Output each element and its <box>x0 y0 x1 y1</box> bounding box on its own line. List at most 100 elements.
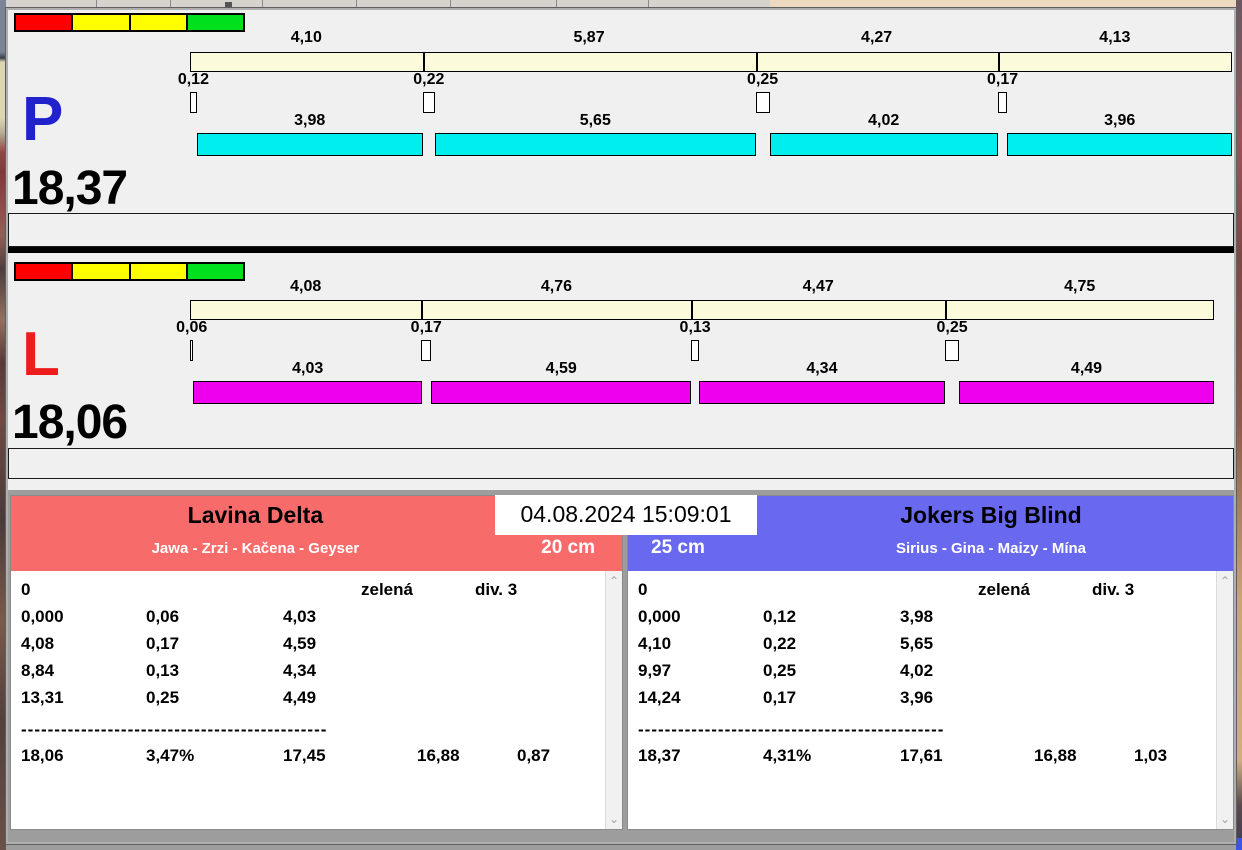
table-cell: 0,25 <box>763 660 796 682</box>
table-cell: 0,25 <box>146 687 179 709</box>
yellow-light <box>129 15 186 30</box>
changeover-time-label: 0,13 <box>680 320 711 336</box>
split-divider <box>998 53 1000 71</box>
dog-time-label: 3,96 <box>1104 113 1135 129</box>
lane-total-time: 18,37 <box>12 166 127 212</box>
split-divider <box>945 301 947 319</box>
table-cell: 0,87 <box>517 745 550 767</box>
table-row: 4,08 0,17 4,59 <box>11 633 622 660</box>
changeover-box <box>423 92 435 113</box>
table-cell: 17,45 <box>283 745 326 767</box>
dog-time-bar <box>193 381 422 404</box>
table-cell: 16,88 <box>417 745 460 767</box>
dog-time-bar <box>1007 133 1232 156</box>
scroll-up-icon[interactable]: ⌃ <box>606 575 622 587</box>
scroll-up-icon[interactable]: ⌃ <box>1217 575 1233 587</box>
yellow-light <box>129 264 186 279</box>
scroll-down-icon[interactable]: ⌄ <box>606 813 622 825</box>
team-panel-right: Jokers Big Blind Sirius - Gina - Maizy -… <box>627 495 1234 830</box>
table-cell: div. 3 <box>475 579 517 601</box>
split-divider <box>421 301 423 319</box>
table-cell: 5,65 <box>900 633 933 655</box>
table-cell: 4,02 <box>900 660 933 682</box>
split-time-label: 4,10 <box>291 30 322 46</box>
table-cell: 9,97 <box>638 660 671 682</box>
changeover-box <box>190 340 193 361</box>
table-cell: 1,03 <box>1134 745 1167 767</box>
vertical-scrollbar[interactable]: ⌃ ⌄ <box>605 571 622 829</box>
table-cell: 0 <box>638 579 647 601</box>
split-time-label: 4,27 <box>861 30 892 46</box>
table-row: 0zelenádiv. 3 <box>628 579 1233 606</box>
split-time-bar <box>190 52 1232 72</box>
datetime-display: 04.08.2024 15:09:01 <box>495 495 757 535</box>
dropdown-arrow-icon <box>225 2 232 7</box>
table-cell: 16,88 <box>1034 745 1077 767</box>
changeover-time-label: 0,17 <box>987 72 1018 88</box>
changeover-box <box>190 92 197 113</box>
split-time-label: 5,87 <box>573 30 604 46</box>
table-cell: 4,08 <box>21 633 54 655</box>
split-time-label: 4,13 <box>1099 30 1130 46</box>
table-cell: 4,59 <box>283 633 316 655</box>
start-lights <box>14 262 245 281</box>
lane-letter-P: P <box>22 94 63 146</box>
table-row: 0 zelená div. 3 <box>11 579 622 606</box>
changeover-box <box>998 92 1008 113</box>
table-row: 13,310,254,49 <box>11 687 622 714</box>
dog-time-label: 5,65 <box>580 113 611 129</box>
yellow-light <box>71 15 128 30</box>
results-rows: 0zelenádiv. 30,0000,123,984,100,225,659,… <box>628 579 1233 772</box>
results-rows: 0zelenádiv. 30,0000,064,034,080,174,598,… <box>11 579 622 772</box>
lane-total-time: 18,06 <box>12 400 127 446</box>
dog-time-label: 4,02 <box>868 113 899 129</box>
table-cell: 18,06 <box>21 745 64 767</box>
vertical-scrollbar[interactable]: ⌃ ⌄ <box>1216 571 1233 829</box>
split-divider <box>691 301 693 319</box>
changeover-time-label: 0,25 <box>936 320 967 336</box>
dog-time-bar <box>770 133 998 156</box>
changeover-box <box>421 340 431 361</box>
team-dog-list: Jawa - Zrzi - Kačena - Geyser <box>11 540 500 557</box>
scroll-down-icon[interactable]: ⌄ <box>1217 813 1233 825</box>
dog-time-bar <box>431 381 691 404</box>
table-row: 18,063,47%17,4516,880,87 <box>11 745 622 772</box>
table-cell: 0,000 <box>638 606 681 628</box>
table-cell: 8,84 <box>21 660 54 682</box>
table-cell: 13,31 <box>21 687 64 709</box>
table-row: ----------------------------------------… <box>628 719 1233 743</box>
table-cell: 0,13 <box>146 660 179 682</box>
split-time-label: 4,47 <box>803 279 834 295</box>
dog-time-label: 4,49 <box>1071 361 1102 377</box>
table-cell: ----------------------------------------… <box>21 719 366 741</box>
dog-time-label: 3,98 <box>294 113 325 129</box>
table-row: 9,97 0,25 4,02 <box>628 660 1233 687</box>
flyball-timer-window: P18,374,100,123,985,870,225,654,270,254,… <box>6 8 1236 844</box>
split-time-label: 4,08 <box>290 279 321 295</box>
table-cell: 0 <box>21 579 30 601</box>
lane-letter-L: L <box>22 329 60 381</box>
split-time-label: 4,75 <box>1064 279 1095 295</box>
table-cell: zelená <box>361 579 413 601</box>
lane-P-right: P18,374,100,123,985,870,225,654,270,254,… <box>8 10 1234 247</box>
table-cell: 0,17 <box>146 633 179 655</box>
table-row: ----------------------------------------… <box>11 719 622 743</box>
team-name: Lavina Delta <box>11 502 500 529</box>
table-cell: 4,03 <box>283 606 316 628</box>
green-light <box>186 264 243 279</box>
table-cell: 0,06 <box>146 606 179 628</box>
results-table-left: 0zelenádiv. 30,0000,064,034,080,174,598,… <box>11 571 622 829</box>
dog-time-bar <box>197 133 423 156</box>
table-cell: 3,98 <box>900 606 933 628</box>
table-row: 0,0000,064,03 <box>11 606 622 633</box>
table-cell: 3,96 <box>900 687 933 709</box>
results-table-right: 0zelenádiv. 30,0000,123,984,100,225,659,… <box>628 571 1233 829</box>
changeover-box <box>691 340 698 361</box>
table-row: 0,0000,123,98 <box>628 606 1233 633</box>
background-window-right-strip <box>1236 0 1242 850</box>
table-cell: 14,24 <box>638 687 681 709</box>
green-light <box>186 15 243 30</box>
team-dog-list: Sirius - Gina - Maizy - Mína <box>749 540 1233 557</box>
red-light <box>16 264 71 279</box>
yellow-light <box>71 264 128 279</box>
